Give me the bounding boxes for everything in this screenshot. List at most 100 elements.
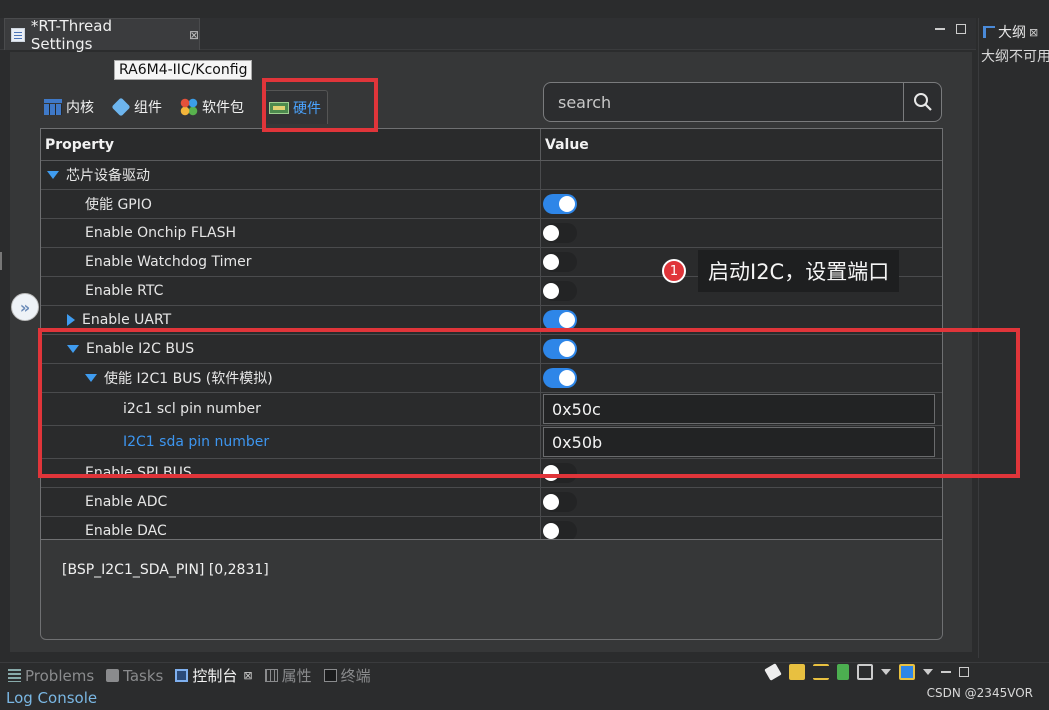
minimize-icon[interactable] xyxy=(941,671,951,673)
pin-number-input[interactable]: 0x50b xyxy=(543,427,935,457)
value-cell xyxy=(541,335,937,363)
chevron-down-icon[interactable] xyxy=(923,669,933,675)
maximize-icon[interactable] xyxy=(956,24,966,34)
close-icon[interactable]: ⊠ xyxy=(243,669,252,682)
property-cell: 芯片设备驱动 xyxy=(41,161,541,189)
tab-tasks[interactable]: Tasks xyxy=(106,667,163,685)
value-cell: 0x50b xyxy=(541,426,937,458)
annotation-text: 启动I2C，设置端口 xyxy=(698,250,900,292)
console-toolbar xyxy=(764,663,969,681)
close-icon[interactable]: ⊠ xyxy=(189,28,199,42)
tab-console[interactable]: 控制台 ⊠ xyxy=(175,665,253,686)
tab-terminal[interactable]: 终端 xyxy=(323,665,371,686)
search-input[interactable] xyxy=(544,83,903,121)
category-tabs: 内核 组件 软件包 硬件 xyxy=(44,90,328,124)
tab-outline[interactable]: 大纲 ⊠ xyxy=(983,22,1038,42)
watermark: CSDN @2345VOR xyxy=(926,686,1033,700)
table-row[interactable]: 使能 I2C1 BUS (软件模拟) xyxy=(41,364,942,393)
tab-problems[interactable]: Problems xyxy=(8,667,94,685)
tab-components[interactable]: 组件 xyxy=(111,90,162,124)
toggle-switch[interactable] xyxy=(543,252,577,272)
word-wrap-icon[interactable] xyxy=(813,664,829,680)
expand-panel-button[interactable]: » xyxy=(11,293,39,321)
property-label: 使能 I2C1 BUS (软件模拟) xyxy=(104,371,273,387)
table-row[interactable]: Enable I2C BUS xyxy=(41,335,942,364)
property-label: Enable Onchip FLASH xyxy=(85,225,236,241)
tab-terminal-label: 终端 xyxy=(340,667,371,685)
value-cell: 0x50c xyxy=(541,393,937,425)
chevron-down-icon[interactable] xyxy=(881,669,891,675)
toggle-switch[interactable] xyxy=(543,223,577,243)
display-console-icon[interactable] xyxy=(857,664,873,680)
tab-components-label: 组件 xyxy=(134,100,162,116)
toggle-switch[interactable] xyxy=(543,194,577,214)
header-property: Property xyxy=(41,129,541,160)
toggle-switch[interactable] xyxy=(543,463,577,483)
editor-tab-bar: *RT-Thread Settings ⊠ xyxy=(0,16,976,53)
property-label: i2c1 scl pin number xyxy=(123,401,261,417)
left-edge-marker xyxy=(0,252,2,270)
table-header: Property Value xyxy=(41,129,942,161)
toggle-knob xyxy=(559,341,575,357)
new-console-icon[interactable] xyxy=(899,664,915,680)
value-cell xyxy=(541,306,937,334)
toggle-switch[interactable] xyxy=(543,310,577,330)
maximize-icon[interactable] xyxy=(959,667,969,677)
toggle-switch[interactable] xyxy=(543,521,577,539)
pin-number-input[interactable]: 0x50c xyxy=(543,394,935,424)
tab-packages[interactable]: 软件包 xyxy=(180,90,244,124)
value-cell xyxy=(541,161,937,189)
tab-rt-thread-settings[interactable]: *RT-Thread Settings ⊠ xyxy=(4,16,200,53)
toggle-switch[interactable] xyxy=(543,492,577,512)
outline-panel: 大纲 ⊠ 大纲不可用 xyxy=(978,18,1049,658)
table-row[interactable]: Enable ADC xyxy=(41,488,942,517)
search-button[interactable] xyxy=(903,83,941,121)
property-label: Enable ADC xyxy=(85,494,168,510)
clear-console-icon[interactable] xyxy=(764,663,782,681)
tasks-icon xyxy=(106,669,120,682)
outline-icon xyxy=(983,26,995,38)
package-dots-icon xyxy=(180,98,198,116)
property-cell: Enable ADC xyxy=(41,488,541,516)
tab-tasks-label: Tasks xyxy=(123,666,164,685)
properties-icon xyxy=(264,669,278,682)
info-panel xyxy=(40,540,943,640)
property-cell: Enable RTC xyxy=(41,277,541,305)
table-row[interactable]: Enable UART xyxy=(41,306,942,335)
table-row[interactable]: Enable DAC xyxy=(41,517,942,539)
property-label: 芯片设备驱动 xyxy=(66,168,150,184)
tab-title: *RT-Thread Settings xyxy=(30,16,112,53)
expanded-triangle-icon[interactable] xyxy=(67,345,79,353)
pin-console-icon[interactable] xyxy=(837,664,849,680)
expanded-triangle-icon[interactable] xyxy=(47,171,59,179)
settings-table: Property Value 芯片设备驱动使能 GPIO Enable Onchi… xyxy=(40,128,943,540)
toggle-switch[interactable] xyxy=(543,339,577,359)
table-row[interactable]: 芯片设备驱动 xyxy=(41,161,942,190)
property-label: Enable Watchdog Timer xyxy=(85,254,252,270)
table-row[interactable]: Enable Onchip FLASH xyxy=(41,219,942,248)
expanded-triangle-icon[interactable] xyxy=(85,374,97,382)
toggle-switch[interactable] xyxy=(543,368,577,388)
collapsed-triangle-icon[interactable] xyxy=(67,314,75,326)
close-icon[interactable]: ⊠ xyxy=(1029,26,1038,39)
toggle-knob xyxy=(543,254,559,270)
minimize-icon[interactable] xyxy=(935,28,945,30)
property-cell: i2c1 scl pin number xyxy=(41,393,541,425)
tab-hardware[interactable]: 硬件 xyxy=(262,90,328,124)
problems-icon xyxy=(8,669,21,682)
table-body: 芯片设备驱动使能 GPIO Enable Onchip FLASH Enable W… xyxy=(41,161,942,539)
outline-unavailable-message: 大纲不可用 xyxy=(981,49,1049,65)
table-row[interactable]: 使能 GPIO xyxy=(41,190,942,219)
console-title: Log Console xyxy=(6,689,98,707)
property-cell: Enable I2C BUS xyxy=(41,335,541,363)
tab-properties[interactable]: 属性 xyxy=(264,665,312,686)
tab-kernel[interactable]: 内核 xyxy=(44,90,94,124)
property-label: 使能 GPIO xyxy=(85,197,152,213)
table-row[interactable]: Enable SPI BUS xyxy=(41,459,942,488)
value-cell xyxy=(541,364,937,392)
toggle-switch[interactable] xyxy=(543,281,577,301)
table-row[interactable]: I2C1 sda pin number 0x50b xyxy=(41,426,942,459)
toggle-knob xyxy=(543,225,559,241)
table-row[interactable]: i2c1 scl pin number 0x50c xyxy=(41,393,942,426)
scroll-lock-icon[interactable] xyxy=(789,664,805,680)
